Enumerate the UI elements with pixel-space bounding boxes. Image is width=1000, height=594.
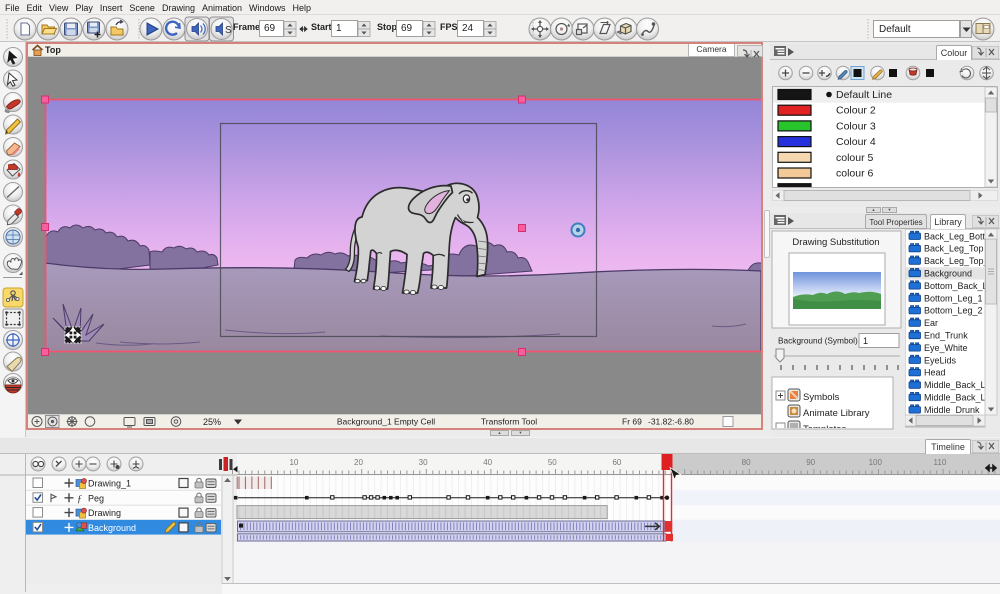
svg-text:Background_1 Empty Cell: Background_1 Empty Cell: [337, 417, 435, 427]
svg-text:20: 20: [354, 458, 363, 467]
svg-text:Eye_White: Eye_White: [924, 343, 968, 353]
svg-text:100: 100: [869, 458, 883, 467]
svg-text:Colour 2: Colour 2: [836, 105, 876, 117]
svg-text:Peg: Peg: [88, 493, 104, 503]
svg-text:Colour 3: Colour 3: [836, 120, 876, 132]
svg-text:Drawing_1: Drawing_1: [88, 479, 131, 489]
svg-text:End_Trunk: End_Trunk: [924, 331, 968, 341]
svg-text:Background: Background: [924, 269, 972, 279]
svg-text:30: 30: [419, 458, 428, 467]
svg-text:40: 40: [483, 458, 492, 467]
svg-text:1: 1: [863, 336, 868, 346]
svg-text:60: 60: [612, 458, 621, 467]
svg-text:10: 10: [289, 458, 298, 467]
svg-text:Back_Leg_Top_: Back_Leg_Top_: [924, 256, 990, 266]
svg-text:Bottom_Leg_2: Bottom_Leg_2: [924, 306, 983, 316]
svg-text:Background (Symbol): Background (Symbol): [778, 336, 858, 346]
svg-text:colour 6: colour 6: [836, 168, 874, 180]
svg-text:Colour 4: Colour 4: [836, 136, 876, 148]
svg-text:Fr 69: Fr 69: [622, 417, 642, 427]
svg-text:Symbols: Symbols: [803, 392, 840, 403]
svg-text:ƒ: ƒ: [77, 494, 82, 505]
svg-text:110: 110: [934, 458, 947, 467]
svg-text:Default Line: Default Line: [836, 89, 892, 101]
svg-text:Middle_Back_L: Middle_Back_L: [924, 393, 986, 403]
svg-text:50: 50: [548, 458, 557, 467]
svg-text:90: 90: [806, 458, 815, 467]
svg-text:Head: Head: [924, 368, 946, 378]
svg-text:Back_Leg_Bott: Back_Leg_Bott: [924, 231, 986, 241]
svg-text:Middle_Drunk: Middle_Drunk: [924, 405, 980, 415]
svg-text:Drawing: Drawing: [88, 508, 121, 518]
svg-text:Background: Background: [88, 523, 136, 533]
svg-text:Bottom_Leg_1: Bottom_Leg_1: [924, 293, 983, 303]
svg-text:colour 5: colour 5: [836, 152, 874, 164]
svg-text:-31.82:-6.80: -31.82:-6.80: [648, 417, 694, 427]
svg-text:25%: 25%: [203, 417, 221, 427]
svg-text:Bottom_Back_L: Bottom_Back_L: [924, 281, 988, 291]
svg-text:S: S: [225, 25, 232, 36]
svg-text:Back_Leg_Top: Back_Leg_Top: [924, 244, 984, 254]
svg-text:Animate Library: Animate Library: [803, 408, 870, 419]
svg-text:EyeLids: EyeLids: [924, 355, 957, 365]
svg-text:Ear: Ear: [924, 318, 938, 328]
svg-text:Middle_Back_L: Middle_Back_L: [924, 380, 986, 390]
svg-text:80: 80: [742, 458, 751, 467]
svg-text:Transform Tool: Transform Tool: [481, 417, 537, 427]
svg-text:Drawing Substitution: Drawing Substitution: [792, 237, 879, 248]
